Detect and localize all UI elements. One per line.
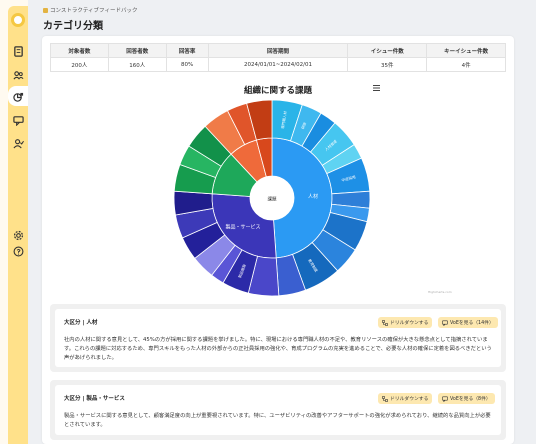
stats-header: 回答期間	[207, 43, 349, 58]
stats-cell: 4件	[426, 57, 506, 72]
sunburst-center-label: 課題	[268, 196, 277, 203]
section-title: 大区分 | 人材	[64, 320, 98, 326]
hamburger-icon[interactable]	[373, 84, 380, 93]
inner-segment-label: 製品・サービス	[226, 223, 261, 230]
stats-cell: 200人	[50, 57, 109, 72]
section-summary: 製品・サービスに関する意見として、顧客満足度の向上が重要視されています。特に、ユ…	[64, 413, 491, 428]
category-section-people: 大区分 | 人材 ドリルダウンする VoEを見る（14件） 社内の人材に関する意…	[50, 304, 506, 372]
view-voices-label: VoEを見る（14件）	[450, 321, 494, 326]
drilldown-button[interactable]: ドリルダウンする	[378, 317, 433, 328]
section-summary: 社内の人材に関する意見として、45%の方が採用に関する課題を挙げました。特に、現…	[64, 337, 492, 361]
view-voices-button[interactable]: VoEを見る（8件）	[438, 393, 495, 404]
message-icon	[442, 320, 448, 326]
help-icon[interactable]	[12, 245, 24, 257]
view-voices-button[interactable]: VoEを見る（14件）	[438, 317, 498, 328]
folder-icon	[43, 7, 48, 13]
app-logo[interactable]	[11, 13, 25, 27]
drilldown-icon	[382, 319, 388, 326]
document-icon[interactable]	[12, 45, 24, 57]
drilldown-label: ドリルダウンする	[390, 397, 429, 402]
stats-cell: 35件	[347, 57, 428, 72]
stats-cell: 2024/01/01~2024/02/01	[207, 57, 349, 72]
page-header: コンストラクティブフィードバック カテゴリ分類	[43, 6, 137, 32]
users-icon[interactable]	[12, 69, 24, 81]
sunburst-chart[interactable]: 人材製品・サービス専門職人材 研修人材育成中途採用教育制度製品開発課題	[172, 98, 372, 298]
drilldown-label: ドリルダウンする	[390, 321, 429, 326]
drilldown-icon	[382, 395, 388, 402]
stats-header: 回答者数	[107, 43, 167, 58]
chart-credit: Highcharts.com	[428, 290, 452, 294]
breadcrumb-label[interactable]: コンストラクティブフィードバック	[50, 6, 137, 14]
stats-cell: 160人	[107, 57, 167, 72]
page-title: カテゴリ分類	[43, 21, 103, 32]
chat-icon[interactable]	[12, 114, 24, 126]
breadcrumb[interactable]: コンストラクティブフィードバック	[43, 6, 137, 14]
inner-segment-label: 人材	[308, 193, 318, 200]
main-card: 対象者数 回答者数 回答率 回答期間 イシュー件数 キーイシュー件数 200人 …	[42, 36, 514, 444]
stats-header: キーイシュー件数	[426, 43, 506, 58]
stats-table: 対象者数 回答者数 回答率 回答期間 イシュー件数 キーイシュー件数 200人 …	[50, 43, 506, 72]
sidebar	[0, 0, 28, 444]
category-icon[interactable]	[12, 91, 24, 103]
chart-title: 組織に関する課題	[243, 86, 312, 96]
settings-icon[interactable]	[12, 229, 24, 241]
user-check-icon[interactable]	[12, 137, 24, 149]
section-title: 大区分 | 製品・サービス	[64, 396, 125, 402]
stats-header: 対象者数	[50, 43, 109, 58]
category-section-products: 大区分 | 製品・サービス ドリルダウンする VoEを見る（8件） 製品・サービ…	[50, 380, 506, 440]
stats-header: イシュー件数	[347, 43, 428, 58]
stats-header: 回答率	[165, 43, 209, 58]
message-icon	[442, 396, 448, 402]
stats-cell: 80%	[165, 57, 209, 72]
drilldown-button[interactable]: ドリルダウンする	[378, 393, 433, 404]
view-voices-label: VoEを見る（8件）	[450, 397, 491, 402]
